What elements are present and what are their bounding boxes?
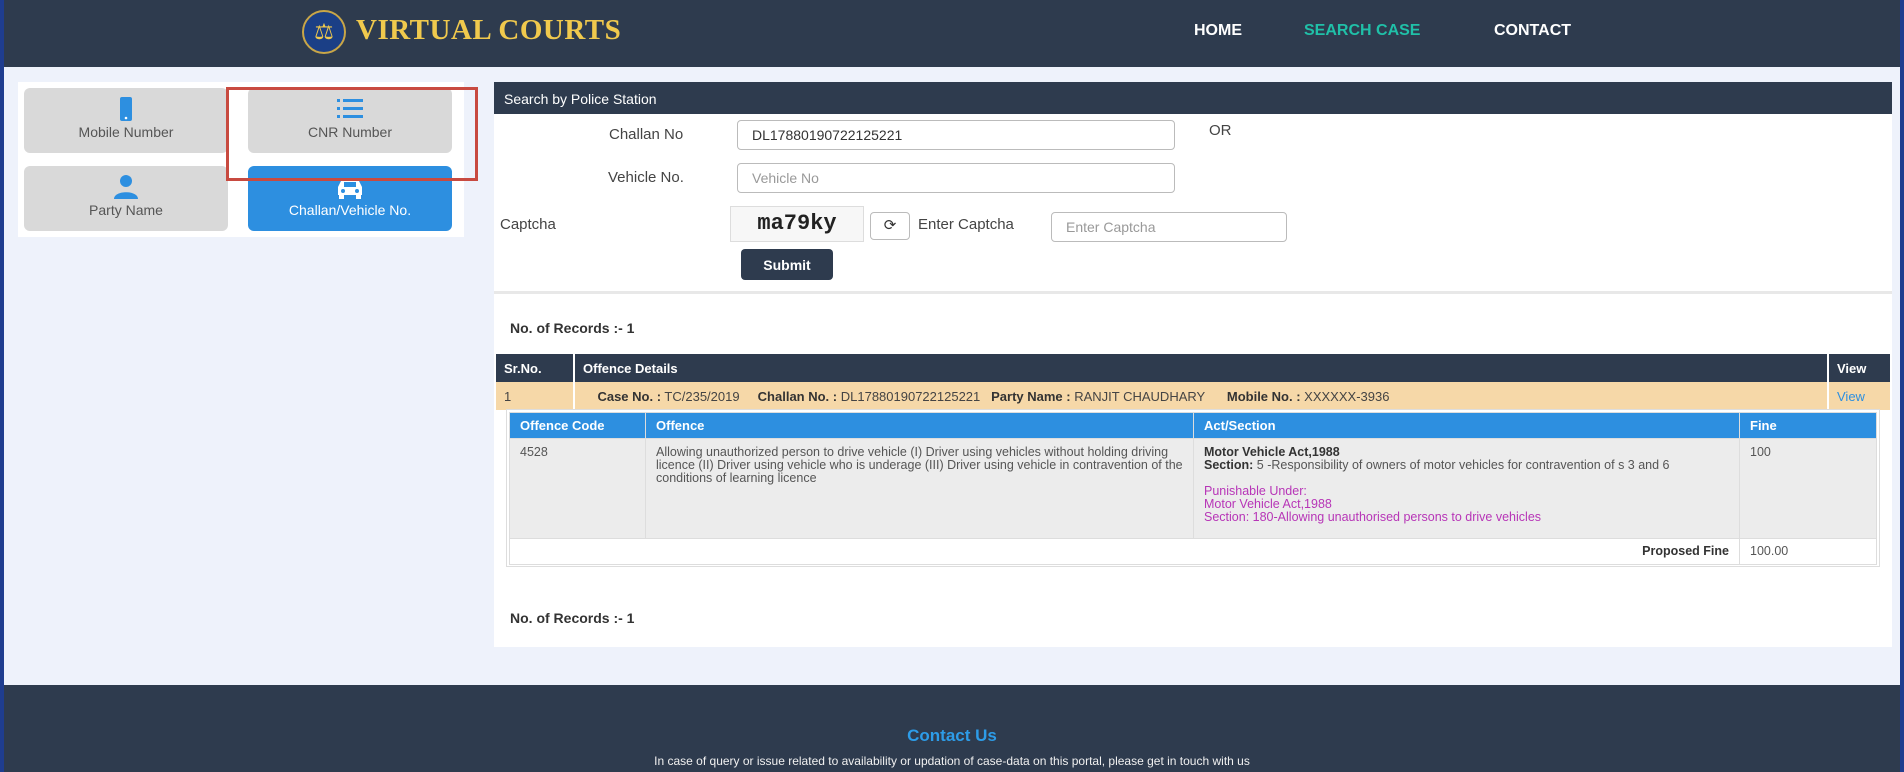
party-name-label: Party Name : — [991, 388, 1071, 404]
col-fine: Fine — [1739, 412, 1877, 439]
case-no-value: TC/235/2019 — [664, 388, 740, 404]
col-view: View — [1828, 354, 1890, 382]
act-name: Motor Vehicle Act,1988 — [1204, 445, 1340, 459]
vehicle-label: Vehicle No. — [608, 169, 684, 186]
party-name-value: RANJIT CHAUDHARY — [1074, 388, 1206, 404]
challan-label: Challan No — [609, 126, 684, 143]
nav-home[interactable]: HOME — [1194, 22, 1242, 40]
captcha-input[interactable] — [1051, 212, 1287, 242]
case-no-label: Case No. : — [597, 388, 662, 404]
tile-mobile-number[interactable]: Mobile Number — [24, 88, 228, 153]
fine-cell: 100 — [1739, 438, 1877, 539]
act-section-cell: Motor Vehicle Act,1988 Section: 5 -Respo… — [1193, 438, 1740, 539]
tile-label: Party Name — [89, 202, 163, 218]
punishable-section-label: Section: — [1204, 510, 1250, 524]
highlight-box — [226, 87, 478, 181]
mobile-no-label: Mobile No. : — [1226, 388, 1301, 404]
view-link[interactable]: View — [1837, 389, 1865, 404]
view-cell: View — [1828, 382, 1890, 410]
table-row: 1 Case No. : TC/235/2019 Challan No. : D… — [496, 382, 1890, 410]
footer-title: Contact Us — [907, 726, 997, 745]
user-icon — [114, 175, 138, 199]
offence-summary-cell: Case No. : TC/235/2019 Challan No. : DL1… — [574, 382, 1829, 410]
footer: Contact Us In case of query or issue rel… — [4, 685, 1900, 772]
mobile-icon — [120, 97, 132, 121]
punishable-label: Punishable Under: — [1204, 484, 1307, 498]
vehicle-input[interactable] — [737, 163, 1175, 193]
punishable-act: Motor Vehicle Act,1988 — [1204, 497, 1332, 511]
table-row: Proposed Fine 100.00 — [509, 538, 1877, 565]
proposed-fine-label: Proposed Fine — [509, 538, 1740, 565]
enter-captcha-label: Enter Captcha — [918, 216, 1014, 233]
offence-code-cell: 4528 — [509, 438, 646, 539]
offence-cell: Allowing unauthorized person to drive ve… — [645, 438, 1194, 539]
top-header: ⚖ VIRTUAL COURTS HOME SEARCH CASE CONTAC… — [4, 0, 1900, 67]
col-offence: Offence — [645, 412, 1194, 439]
tile-party-name[interactable]: Party Name — [24, 166, 228, 231]
table-row: 4528 Allowing unauthorized person to dri… — [509, 438, 1877, 539]
divider — [494, 291, 1892, 294]
emblem-logo-icon: ⚖ — [302, 10, 346, 54]
or-text: OR — [1209, 122, 1232, 139]
section-text: 5 -Responsibility of owners of motor veh… — [1256, 458, 1670, 472]
section-label: Section: — [1204, 458, 1254, 472]
results-table: Sr.No. Offence Details View 1 Case No. :… — [496, 354, 1890, 410]
search-content: Search by Police Station Challan No OR V… — [494, 82, 1892, 647]
challan-no-value: DL17880190722125221 — [840, 388, 981, 404]
section-title: Search by Police Station — [494, 82, 1892, 114]
challan-input[interactable] — [737, 120, 1175, 150]
col-offence-code: Offence Code — [509, 412, 646, 439]
mobile-no-value: XXXXXX-3936 — [1304, 388, 1390, 404]
col-offence-details: Offence Details — [574, 354, 1829, 382]
tile-label: Mobile Number — [78, 124, 174, 140]
nav-contact[interactable]: CONTACT — [1494, 22, 1571, 40]
nav-search-case[interactable]: SEARCH CASE — [1304, 22, 1420, 40]
col-sr-no: Sr.No. — [496, 354, 575, 382]
refresh-captcha-button[interactable]: ⟳ — [870, 212, 910, 240]
proposed-fine-value: 100.00 — [1739, 538, 1877, 565]
offence-detail-panel: Offence Code Offence Act/Section Fine 45… — [506, 409, 1880, 567]
punishable-section-text: 180-Allowing unauthorised persons to dri… — [1252, 510, 1542, 524]
records-count-bottom: No. of Records :- 1 — [510, 610, 635, 626]
records-count: No. of Records :- 1 — [510, 320, 635, 336]
submit-button[interactable]: Submit — [741, 249, 833, 280]
captcha-image: ma79ky — [730, 206, 864, 242]
col-act-section: Act/Section — [1193, 412, 1740, 439]
captcha-label: Captcha — [500, 216, 556, 233]
footer-text: In case of query or issue related to ava… — [654, 754, 1250, 768]
sr-no-cell: 1 — [496, 382, 575, 410]
offence-detail-table: Offence Code Offence Act/Section Fine 45… — [509, 412, 1877, 565]
site-logo-text: VIRTUAL COURTS — [356, 14, 622, 46]
tile-label: Challan/Vehicle No. — [288, 202, 412, 218]
refresh-icon: ⟳ — [883, 217, 897, 234]
challan-no-label: Challan No. : — [757, 388, 838, 404]
